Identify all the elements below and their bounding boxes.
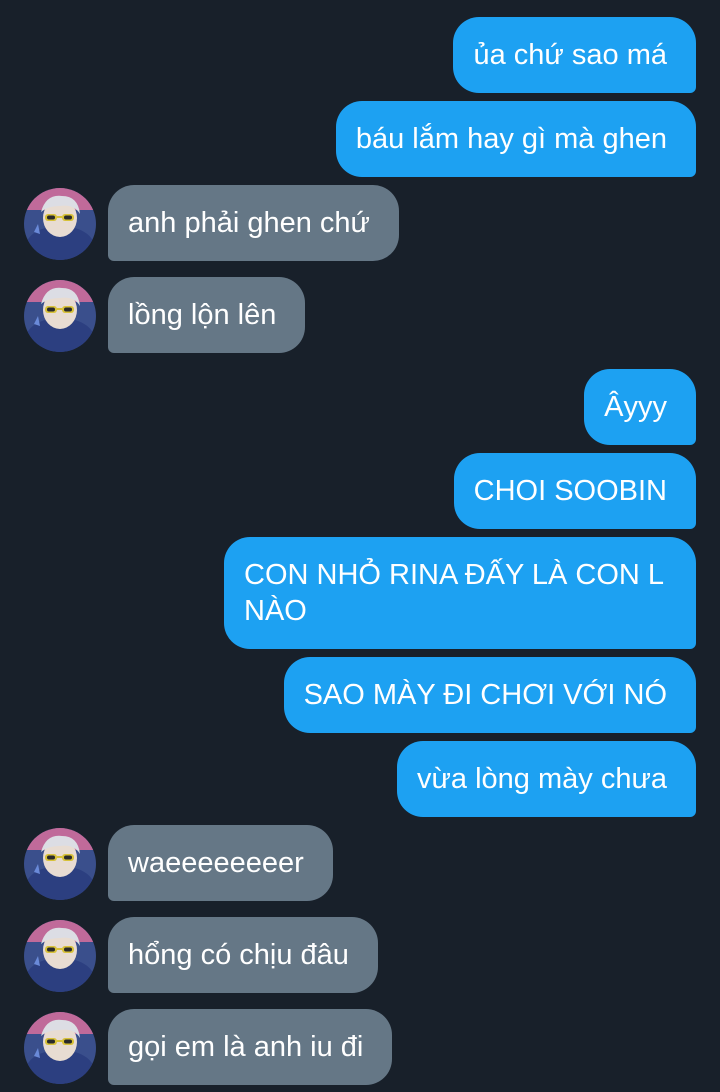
- avatar-image: [24, 188, 96, 260]
- message-text: waeeeeeeeer: [128, 847, 304, 879]
- message-text: lồng lộn lên: [128, 299, 277, 331]
- contact-avatar[interactable]: [24, 828, 96, 900]
- contact-avatar[interactable]: [24, 920, 96, 992]
- message-bubble-received[interactable]: hổng có chịu đâu: [108, 917, 378, 993]
- message-bubble-sent[interactable]: CON NHỎ RINA ĐẤY LÀ CON L NÀO: [224, 537, 696, 649]
- message-text: báu lắm hay gì mà ghen: [355, 123, 667, 155]
- message-bubble-sent[interactable]: Âyyy: [584, 369, 696, 445]
- avatar-image: [24, 280, 96, 352]
- message-bubble-sent[interactable]: báu lắm hay gì mà ghen: [335, 101, 696, 177]
- contact-avatar[interactable]: [24, 1012, 96, 1084]
- message-text: anh phải ghen chứ: [128, 207, 370, 239]
- message-text: vừa lòng mày chưa: [417, 763, 667, 795]
- contact-avatar[interactable]: [24, 280, 96, 352]
- message-text: CHOI SOOBIN: [473, 475, 667, 507]
- message-text: CON NHỎ RINA ĐẤY LÀ CON L NÀO: [244, 559, 663, 627]
- message-bubble-sent[interactable]: ủa chứ sao má: [453, 17, 696, 93]
- message-bubble-received[interactable]: gọi em là anh iu đi: [108, 1009, 393, 1085]
- message-bubble-received[interactable]: waeeeeeeeer: [108, 825, 333, 901]
- message-text: hổng có chịu đâu: [128, 939, 349, 971]
- message-text: Âyyy: [604, 391, 667, 423]
- avatar-image: [24, 920, 96, 992]
- message-bubble-sent[interactable]: CHOI SOOBIN: [453, 453, 696, 529]
- avatar-image: [24, 828, 96, 900]
- message-text: gọi em là anh iu đi: [128, 1031, 364, 1063]
- message-text: ủa chứ sao má: [473, 39, 667, 71]
- message-bubble-sent[interactable]: vừa lòng mày chưa: [397, 741, 696, 817]
- message-bubble-received[interactable]: lồng lộn lên: [108, 277, 306, 353]
- avatar-image: [24, 1012, 96, 1084]
- contact-avatar[interactable]: [24, 188, 96, 260]
- message-text: SAO MÀY ĐI CHƠI VỚI NÓ: [303, 679, 667, 711]
- message-bubble-received[interactable]: anh phải ghen chứ: [108, 185, 399, 261]
- message-bubble-sent[interactable]: SAO MÀY ĐI CHƠI VỚI NÓ: [283, 657, 696, 733]
